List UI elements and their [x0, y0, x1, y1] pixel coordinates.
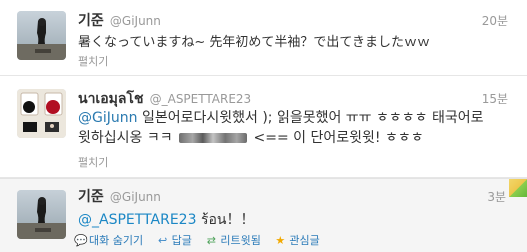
user-handle[interactable]: @_ASPETTARE23 — [150, 92, 252, 106]
obscured-text — [179, 133, 248, 143]
tweet-header: 기준 @GiJunn — [78, 188, 161, 206]
user-handle[interactable]: @GiJunn — [110, 14, 161, 28]
favorite-button[interactable]: ★ 관심글 — [274, 233, 319, 249]
user-handle[interactable]: @GiJunn — [110, 190, 161, 204]
reply-button[interactable]: ↩ 답글 — [157, 233, 192, 249]
reply-label: 답글 — [171, 234, 192, 247]
retweet-icon: ⇄ — [206, 234, 216, 247]
tweet-text-part: 윗하십시옹 ㅋㅋ — [78, 130, 173, 146]
user-name[interactable]: 기준 — [78, 13, 104, 29]
tweet-header: นาเอมุลโช @_ASPETTARE23 — [78, 90, 251, 108]
retweet-label: 리트윗됨 — [220, 234, 261, 247]
retweeted-corner-icon — [509, 179, 527, 197]
tweet-actions: 💬대화 숨기기 ↩ 답글 ⇄ 리트윗됨 ★ 관심글 — [74, 233, 330, 249]
mention-link[interactable]: @GiJunn — [78, 110, 138, 126]
tweet-item[interactable]: 기준 @GiJunn 20분 暑くなっていますね~ 先年初めて半袖？で出てきまし… — [0, 0, 527, 76]
expand-link[interactable]: 펼치기 — [78, 55, 108, 69]
tweet-text: @GiJunn 일본어로다시윗했서 ); 읽을못했어 ㅠㅠ ㅎㅎㅎㅎ 태국어로 … — [78, 108, 513, 148]
tweet-text-part: <== 이 단어로윗윗! ㅎㅎㅎ — [249, 130, 424, 146]
avatar[interactable] — [17, 89, 66, 138]
conversation-toggle-button[interactable]: 💬대화 숨기기 — [74, 233, 143, 249]
speech-bubble-icon: 💬 — [74, 234, 88, 247]
avatar-image — [17, 89, 66, 138]
expand-link[interactable]: 펼치기 — [78, 156, 108, 170]
avatar-image — [17, 190, 66, 239]
tweet-header: 기준 @GiJunn — [78, 12, 161, 30]
user-name[interactable]: นาเอมุลโช — [78, 91, 143, 107]
avatar-image — [17, 11, 66, 60]
tweet-text: @_ASPETTARE23 ร้อน！！ — [78, 210, 513, 230]
star-icon: ★ — [275, 234, 286, 247]
avatar[interactable] — [17, 11, 66, 60]
tweet-item[interactable]: 기준 @GiJunn 3분 @_ASPETTARE23 ร้อน！！ 💬대화 숨… — [0, 178, 527, 252]
retweet-button[interactable]: ⇄ 리트윗됨 — [205, 233, 261, 249]
favorite-label: 관심글 — [289, 234, 320, 247]
tweet-text-part: 일본어로다시윗했서 ); 읽을못했어 ㅠㅠ ㅎㅎㅎㅎ 태국어로 — [137, 110, 484, 126]
tweet-item[interactable]: นาเอมุลโช @_ASPETTARE23 15분 @GiJunn 일본어로… — [0, 77, 527, 178]
conversation-label: 대화 숨기기 — [89, 234, 144, 247]
avatar[interactable] — [17, 190, 66, 239]
tweet-stream: 기준 @GiJunn 20분 暑くなっていますね~ 先年初めて半袖？で出てきまし… — [0, 0, 527, 252]
tweet-time[interactable]: 20분 — [482, 12, 508, 30]
tweet-time[interactable]: 3분 — [487, 188, 506, 206]
reply-icon: ↩ — [158, 234, 168, 247]
tweet-text-part: ร้อน！！ — [196, 212, 255, 228]
tweet-text: 暑くなっていますね~ 先年初めて半袖？で出てきましたｗｗ — [78, 35, 430, 50]
user-name[interactable]: 기준 — [78, 189, 104, 205]
tweet-time[interactable]: 15분 — [482, 90, 508, 108]
mention-link[interactable]: @_ASPETTARE23 — [78, 212, 197, 228]
